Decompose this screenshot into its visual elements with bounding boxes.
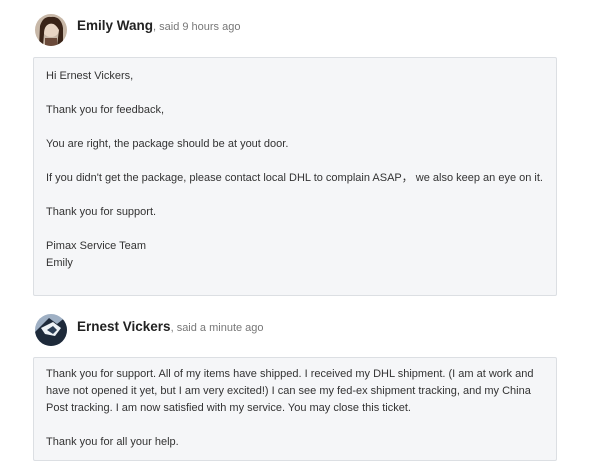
- author-name[interactable]: Ernest Vickers: [77, 319, 171, 334]
- comment-meta: Emily Wang, said 9 hours ago: [77, 17, 240, 35]
- comment: Emily Wang, said 9 hours ago Hi Ernest V…: [0, 0, 589, 296]
- comment-header: Emily Wang, said 9 hours ago: [0, 0, 589, 57]
- comment-paragraph: Thank you for support. All of my items h…: [46, 368, 534, 414]
- comment-paragraph: Thank you for feedback,: [46, 104, 165, 116]
- comment-paragraph: Thank you for all your help.: [46, 436, 179, 448]
- avatar[interactable]: [35, 314, 67, 346]
- comment-header: Ernest Vickers, said a minute ago: [0, 302, 589, 359]
- avatar[interactable]: [35, 14, 67, 46]
- comment: Ernest Vickers, said a minute ago Thank …: [0, 302, 589, 461]
- comment-paragraph: Thank you for support.: [46, 206, 157, 218]
- comment-paragraph: If you didn't get the package, please co…: [46, 172, 543, 184]
- author-name[interactable]: Emily Wang: [77, 18, 153, 33]
- comment-timestamp: , said a minute ago: [170, 322, 264, 334]
- comment-body: Thank you for support. All of my items h…: [33, 357, 557, 461]
- signature-line: Emily: [46, 257, 73, 269]
- comment-meta: Ernest Vickers, said a minute ago: [77, 318, 264, 336]
- comment-body: Hi Ernest Vickers, Thank you for feedbac…: [33, 57, 557, 296]
- comment-timestamp: , said 9 hours ago: [153, 21, 241, 33]
- signature: Pimax Service Team Emily: [46, 238, 544, 272]
- comment-paragraph: You are right, the package should be at …: [46, 138, 289, 150]
- comment-paragraph: Hi Ernest Vickers,: [46, 70, 134, 82]
- signature-line: Pimax Service Team: [46, 240, 147, 252]
